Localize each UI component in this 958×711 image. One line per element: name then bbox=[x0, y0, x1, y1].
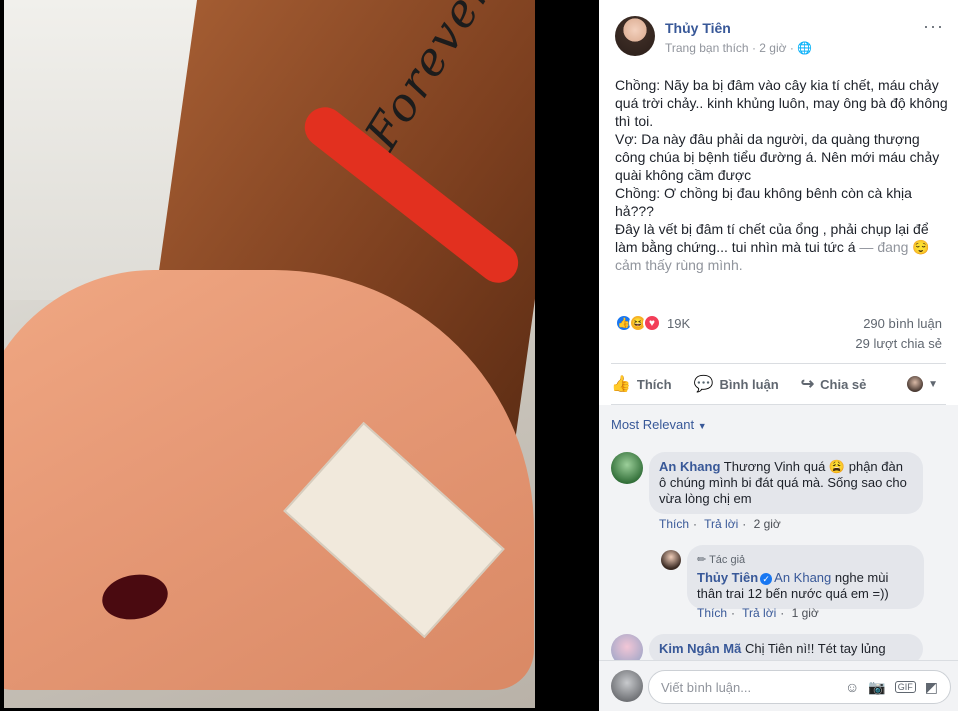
current-user-avatar bbox=[611, 670, 643, 702]
comments-section: Most Relevant ▼ An Khang Thương Vinh quá… bbox=[599, 405, 958, 660]
post-header: Thủy Tiên Trang bạn thích · 2 giờ · 🌐 ··… bbox=[599, 0, 958, 66]
globe-icon: 🌐 bbox=[797, 41, 813, 55]
share-button[interactable]: ↪ Chia sẻ bbox=[801, 374, 867, 394]
author-name[interactable]: Thủy Tiên bbox=[665, 20, 731, 36]
author-tag: ✏ Tác giả bbox=[697, 554, 746, 566]
comment-like-link[interactable]: Thích bbox=[659, 517, 689, 531]
post-meta: Trang bạn thích · 2 giờ · 🌐 bbox=[665, 41, 812, 55]
comment-bubble: Kim Ngân Mã Chị Tiên nì!! Tét tay lủng bbox=[649, 634, 923, 660]
comment-input[interactable]: Viết bình luận... ☺ 📷 GIF ◩ bbox=[648, 670, 951, 704]
commenter-avatar[interactable] bbox=[611, 452, 643, 484]
comment-label: Bình luận bbox=[719, 376, 779, 392]
page-avatar bbox=[907, 376, 924, 392]
post-side-panel: Thủy Tiên Trang bạn thích · 2 giờ · 🌐 ··… bbox=[599, 0, 958, 711]
react-as-selector[interactable]: ▼ bbox=[907, 376, 938, 392]
reply-like-link[interactable]: Thích bbox=[697, 606, 727, 620]
separator: · bbox=[742, 517, 747, 531]
gif-icon[interactable]: GIF bbox=[894, 681, 916, 693]
viewer-stage: Forever Thủy Tiên Trang bạn thích · 2 gi… bbox=[0, 0, 958, 711]
share-arrow-icon: ↪ bbox=[800, 376, 815, 393]
verified-badge-icon: ✓ bbox=[760, 572, 773, 585]
share-label: Chia sẻ bbox=[820, 376, 867, 392]
post-photo[interactable]: Forever bbox=[4, 0, 535, 708]
sticker-icon[interactable]: ◩ bbox=[925, 679, 938, 696]
commenter-name[interactable]: Kim Ngân Mã bbox=[659, 641, 741, 656]
comment-actions: Thích · Trả lời · 2 giờ bbox=[659, 517, 785, 531]
comment-icon: 💬 bbox=[693, 376, 714, 393]
comment-composer: Viết bình luận... ☺ 📷 GIF ◩ bbox=[599, 660, 958, 711]
reply-time[interactable]: 1 giờ bbox=[792, 606, 819, 620]
shares-count[interactable]: 29 lượt chia sẻ bbox=[855, 336, 942, 351]
comment-button[interactable]: 💬 Bình luận bbox=[694, 374, 779, 394]
camera-icon[interactable]: 📷 bbox=[868, 679, 885, 696]
post-line: Chồng: Nãy ba bị đâm vào cây kia tí chết… bbox=[615, 77, 948, 129]
separator: · bbox=[693, 517, 698, 531]
chevron-down-icon: ▼ bbox=[928, 378, 938, 390]
reply-bubble: ✏ Tác giả Thủy Tiên ✓ An Khang nghe mùi th… bbox=[687, 545, 924, 609]
comment-bubble: An Khang Thương Vinh quá 😩 phận đàn ô ch… bbox=[649, 452, 923, 514]
post-body: Chồng: Nãy ba bị đâm vào cây kia tí chết… bbox=[615, 76, 950, 274]
replier-name[interactable]: Thủy Tiên bbox=[697, 570, 758, 585]
comment-time[interactable]: 2 giờ bbox=[754, 517, 781, 531]
reactions-summary[interactable]: 👍 😆 ♥ 19K bbox=[615, 313, 690, 333]
post-meta-text[interactable]: Trang bạn thích · 2 giờ · bbox=[665, 41, 797, 55]
commenter-name[interactable]: An Khang bbox=[659, 459, 720, 474]
like-button[interactable]: 👍 Thích bbox=[611, 374, 672, 394]
post-line: Vợ: Da này đâu phải da người, da quàng t… bbox=[615, 131, 940, 183]
reply-actions: Thích · Trả lời · 1 giờ bbox=[697, 606, 823, 620]
sort-label: Most Relevant bbox=[611, 417, 695, 432]
thumbs-up-icon: 👍 bbox=[611, 376, 631, 393]
comments-count[interactable]: 290 bình luận bbox=[863, 316, 942, 331]
reply-reply-link[interactable]: Trả lời bbox=[742, 606, 776, 620]
replier-avatar[interactable] bbox=[661, 550, 681, 570]
separator: · bbox=[780, 606, 785, 620]
commenter-avatar[interactable] bbox=[611, 634, 643, 660]
more-options-icon[interactable]: ··· bbox=[923, 16, 944, 37]
comment-sort-dropdown[interactable]: Most Relevant ▼ bbox=[611, 417, 707, 432]
mention-link[interactable]: An Khang bbox=[774, 570, 831, 585]
separator: · bbox=[731, 606, 736, 620]
post-actions-bar: 👍 Thích 💬 Bình luận ↪ Chia sẻ ▼ bbox=[611, 363, 946, 405]
post-line: Đây là vết bị đâm tí chết của ổng , phải… bbox=[615, 220, 950, 274]
post-line: Chồng: Ơ chồng bị đau không bênh còn cà … bbox=[615, 185, 912, 219]
comment-reply-link[interactable]: Trả lời bbox=[704, 517, 738, 531]
comment-input-placeholder[interactable]: Viết bình luận... bbox=[661, 680, 836, 695]
comment-text: Chị Tiên nì!! Tét tay lủng bbox=[741, 641, 886, 656]
like-label: Thích bbox=[636, 376, 672, 392]
love-reaction-icon: ♥ bbox=[643, 314, 661, 332]
author-avatar[interactable] bbox=[615, 16, 655, 56]
reaction-count[interactable]: 19K bbox=[667, 316, 690, 331]
emoji-icon[interactable]: ☺ bbox=[845, 679, 859, 695]
chevron-down-icon: ▼ bbox=[697, 421, 707, 431]
